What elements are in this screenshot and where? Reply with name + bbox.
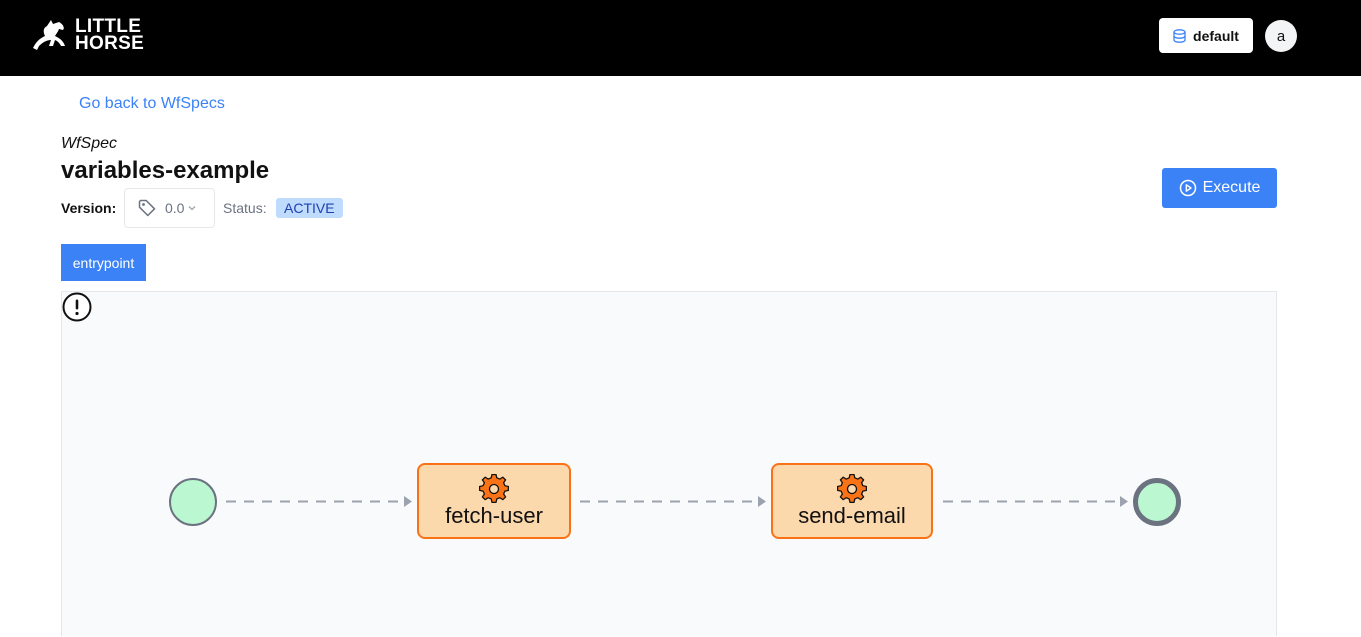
task-node-fetch-user[interactable]: fetch-user — [417, 463, 571, 539]
edges-layer — [226, 496, 1128, 507]
logo-line2: HORSE — [75, 33, 145, 54]
tab-entrypoint[interactable]: entrypoint — [61, 244, 146, 281]
tag-icon — [138, 199, 156, 217]
play-circle-icon — [1179, 179, 1196, 197]
execute-label: Execute — [1202, 179, 1261, 196]
horse-icon — [33, 20, 65, 50]
entrypoint-node[interactable] — [169, 478, 217, 526]
user-avatar[interactable]: a — [1265, 20, 1297, 52]
version-value: 0.0 — [165, 200, 185, 216]
top-bar: LITTLE HORSE default a — [0, 0, 1361, 76]
logo[interactable]: LITTLE HORSE — [31, 17, 145, 54]
edge-fetch-user-to-send-email — [580, 496, 766, 507]
database-icon — [1173, 28, 1186, 43]
gear-icon — [479, 474, 509, 504]
status-badge: ACTIVE — [276, 198, 343, 218]
workflow-canvas[interactable]: fetch-user send-email — [61, 291, 1277, 636]
chevron-down-icon — [189, 206, 196, 211]
task-node-send-email[interactable]: send-email — [771, 463, 933, 539]
execute-button[interactable]: Execute — [1162, 168, 1277, 208]
tenant-select-button[interactable]: default — [1159, 18, 1253, 53]
version-select[interactable]: 0.0 — [124, 188, 215, 228]
back-to-wfspecs-link[interactable]: Go back to WfSpecs — [79, 95, 225, 113]
version-label: Version: — [61, 200, 117, 216]
tenant-label: default — [1193, 27, 1239, 44]
logo-text: LITTLE HORSE — [75, 17, 145, 54]
task-node-label: fetch-user — [445, 503, 543, 528]
gear-icon — [837, 474, 867, 504]
edge-start-to-fetch-user — [226, 496, 412, 507]
status-label: Status: — [223, 200, 267, 216]
spec-type-label: WfSpec — [61, 135, 118, 152]
edge-send-email-to-end — [943, 496, 1128, 507]
exit-node[interactable] — [1133, 478, 1181, 526]
task-node-label: send-email — [798, 503, 906, 528]
exclamation-circle-icon[interactable] — [62, 292, 92, 322]
page-title: variables-example — [61, 157, 270, 184]
